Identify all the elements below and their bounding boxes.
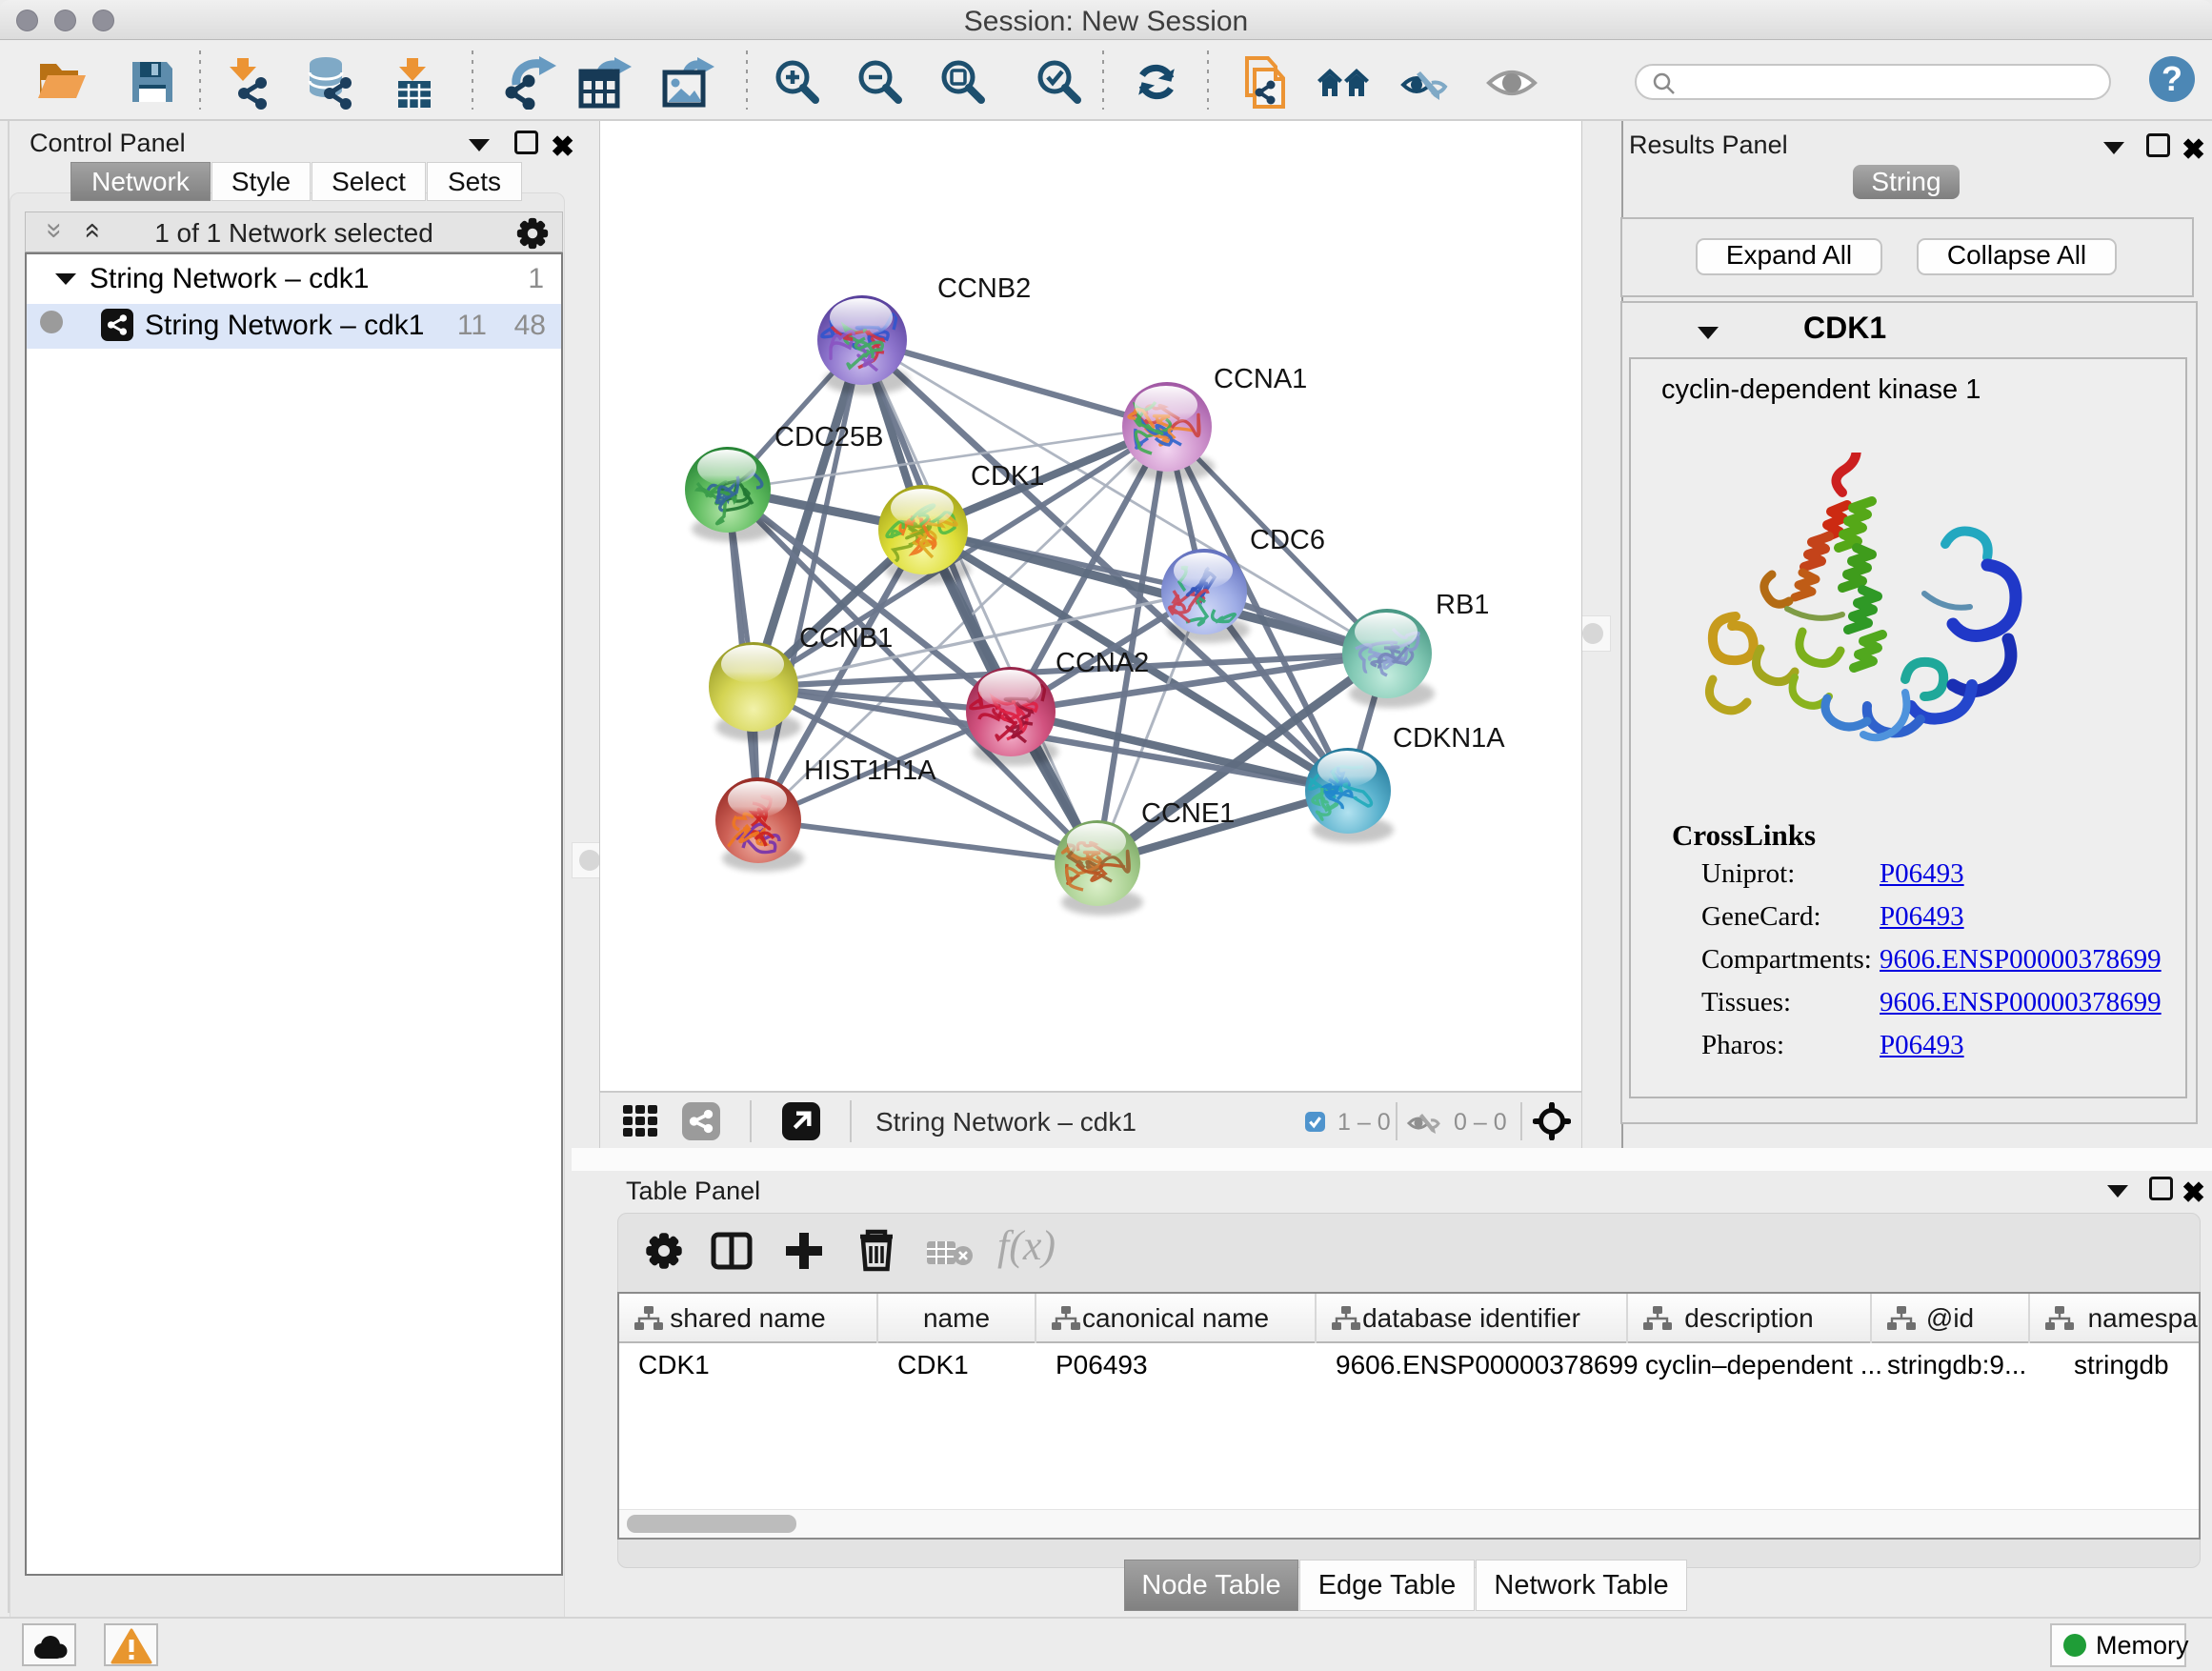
svg-text:CCNB2: CCNB2: [937, 273, 1031, 304]
svg-text:CDK1: CDK1: [971, 461, 1044, 492]
svg-text:CDC25B: CDC25B: [774, 422, 883, 453]
svg-text:CCNA2: CCNA2: [1056, 648, 1149, 678]
svg-text:?: ?: [2162, 59, 2182, 98]
svg-text:CDC6: CDC6: [1250, 525, 1325, 555]
svg-text:RB1: RB1: [1436, 590, 1489, 620]
svg-text:CCNB1: CCNB1: [799, 623, 893, 654]
svg-text:CCNE1: CCNE1: [1141, 798, 1235, 829]
svg-text:CCNA1: CCNA1: [1214, 364, 1307, 394]
svg-text:CDKN1A: CDKN1A: [1393, 723, 1505, 754]
svg-text:HIST1H1A: HIST1H1A: [804, 755, 936, 786]
